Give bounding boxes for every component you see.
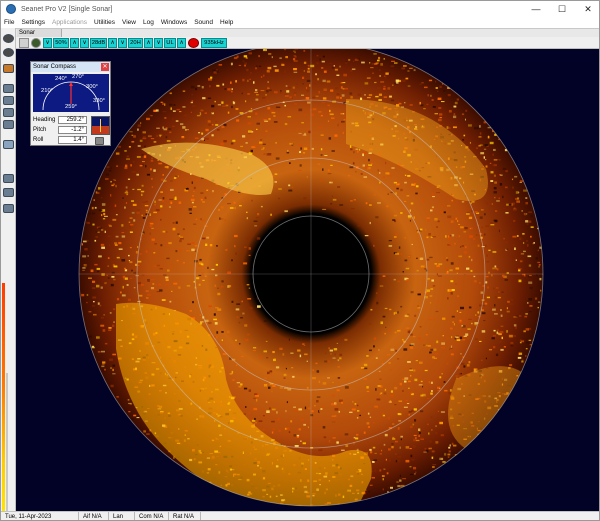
tab-strip: Sonar [16,28,599,38]
menu-windows[interactable]: Windows [161,19,187,26]
menu-bar: File Settings Applications Utilities Vie… [1,17,599,28]
transmit-indicator-icon[interactable] [188,38,199,48]
roll-label: Roll [33,137,44,143]
menu-view[interactable]: View [122,19,136,26]
dial-label-270: 270° [72,74,84,80]
hold-up-button[interactable]: ∧ [144,38,153,48]
pitch-label: Pitch [33,127,47,133]
contrast-value: 28dB [90,38,107,48]
direction-down-button[interactable]: ∨ [154,38,163,48]
compass-close-button[interactable]: ✕ [101,63,109,71]
dial-label-330: 330° [93,98,105,104]
menu-applications: Applications [51,19,88,26]
status-rat: Rat N/A [169,512,201,520]
compass-settings-button[interactable] [95,137,104,145]
status-datetime: Tue, 11-Apr-2023 12:11:25 [1,512,79,520]
app-logo-icon [6,4,16,14]
frequency-value[interactable]: 935kHz [201,38,227,48]
sonar-head-icon[interactable] [19,38,29,48]
sonar-compass-window[interactable]: Sonar Compass ✕ 240° 270° 300° 210° 330°… [30,61,111,146]
gain-value: 50% [53,38,69,48]
heading-label: Heading [33,117,56,123]
contrast-up-button[interactable]: ∧ [108,38,117,48]
gain-colour-bar [2,283,5,520]
layers-icon[interactable] [3,64,14,73]
pitch-value: -1.2° [58,126,87,134]
window-icon[interactable] [3,204,14,213]
compass-dial: 240° 270° 300° 210° 330° 259° [33,74,109,112]
menu-file[interactable]: File [4,19,14,26]
dial-label-300: 300° [86,84,98,90]
hold-down-button[interactable]: ∨ [118,38,127,48]
menu-utilities[interactable]: Utilities [94,19,115,26]
menu-settings[interactable]: Settings [21,19,45,26]
status-aif: Aif N/A [79,512,109,520]
dial-label-240: 240° [55,76,67,82]
menu-help[interactable]: Help [220,19,233,26]
sonar-toolbar: ∨ 50% ∧ ∨ 28dB ∧ ∨ 20H ∧ ∨ UL ∧ 935kHz [16,37,599,49]
minimize-button[interactable]: — [523,1,549,17]
heading-value: 259.2° [58,116,87,124]
window-controls: — ☐ ✕ [523,1,599,17]
dial-heading-label: 259° [65,104,77,110]
status-bar: Tue, 11-Apr-2023 12:11:25 Aif N/A Lan Co… [1,511,599,520]
range-slider[interactable] [6,373,8,520]
menu-log[interactable]: Log [143,19,154,26]
hold-value: 20H [128,38,143,48]
sonar-settings-icon[interactable] [3,120,14,129]
attitude-indicator-icon [91,116,110,135]
monitor-icon[interactable] [3,174,14,183]
compass-title-bar[interactable]: Sonar Compass ✕ [31,62,110,72]
direction-value: UL [164,38,176,48]
compass-title: Sonar Compass [33,64,77,70]
status-lan: Lan [109,512,135,520]
printer-icon[interactable] [3,84,14,93]
maximize-button[interactable]: ☐ [549,1,575,17]
window-title: Seanet Pro V2 [Single Sonar] [21,5,113,13]
title-bar: Seanet Pro V2 [Single Sonar] — ☐ ✕ [1,1,599,17]
status-com: Com N/A [135,512,169,520]
seanet-window: Seanet Pro V2 [Single Sonar] — ☐ ✕ File … [0,0,600,521]
gain-down-button[interactable]: ∨ [43,38,52,48]
scan-icon[interactable] [3,96,14,105]
contrast-down-button[interactable]: ∨ [80,38,89,48]
document-icon[interactable] [3,140,14,149]
chart-icon[interactable] [3,188,14,197]
direction-up-button[interactable]: ∧ [177,38,186,48]
dial-label-210: 210° [41,88,53,94]
power-icon[interactable] [3,34,14,43]
close-button[interactable]: ✕ [575,1,599,17]
gain-up-button[interactable]: ∧ [70,38,79,48]
device-icon[interactable] [3,108,14,117]
roll-value: 1.4° [58,136,87,144]
record-dot-icon[interactable] [31,38,41,48]
left-toolbar [1,28,16,520]
menu-sound[interactable]: Sound [194,19,213,26]
stop-icon[interactable] [3,48,14,57]
